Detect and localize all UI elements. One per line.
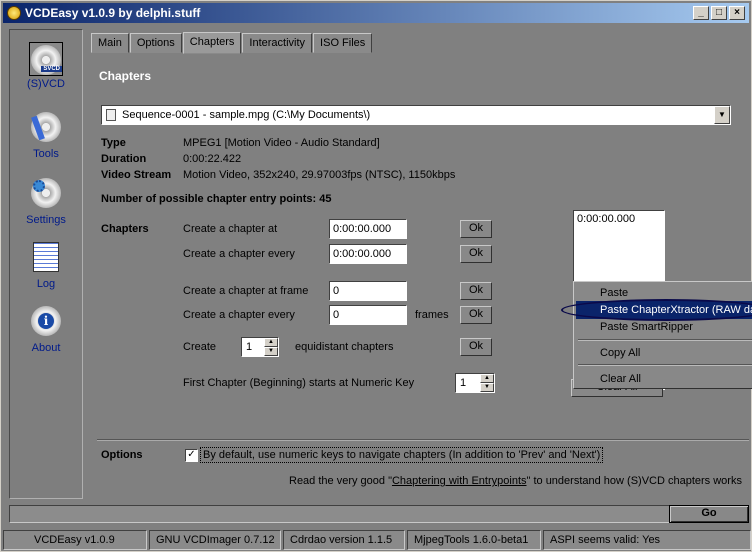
chapter-every-input[interactable]: 0:00:00.000: [329, 244, 407, 264]
frames-label: frames: [415, 309, 449, 321]
tools-icon: [29, 112, 63, 146]
tab-interactivity[interactable]: Interactivity: [242, 33, 313, 53]
maximize-button[interactable]: □: [711, 6, 727, 20]
chapter-help-text: Read the very good "Chaptering with Entr…: [289, 475, 742, 487]
spin-down-icon[interactable]: ▼: [480, 383, 494, 392]
chapter-every-frames-input[interactable]: 0: [329, 305, 407, 325]
title-bar[interactable]: VCDEasy v1.0.9 by delphi.stuff _ □ ×: [3, 3, 749, 23]
menu-separator: [578, 339, 752, 341]
status-aspi: ASPI seems valid: Yes: [543, 530, 751, 550]
window-title: VCDEasy v1.0.9 by delphi.stuff: [25, 6, 201, 20]
video-value: Motion Video, 352x240, 29.97003fps (NTSC…: [183, 169, 456, 181]
chapter-at-input[interactable]: 0:00:00.000: [329, 219, 407, 239]
sidebar-item-about[interactable]: i About: [10, 304, 82, 354]
document-icon: [106, 109, 116, 121]
help-text-pre: Read the very good ": [289, 475, 392, 487]
menu-item-label: Paste SmartRipper: [600, 321, 693, 333]
chapter-at-ok-button[interactable]: Ok: [460, 220, 492, 238]
equidistant-label: equidistant chapters: [295, 341, 394, 353]
tab-main[interactable]: Main: [91, 33, 129, 53]
spin-up-icon[interactable]: ▲: [480, 374, 494, 383]
chaptering-link[interactable]: Chaptering with Entrypoints: [392, 475, 527, 487]
chapters-label: Chapters: [101, 223, 149, 235]
sidebar-item-svcd[interactable]: SVCD (S)VCD: [10, 42, 82, 90]
sidebar-item-label: (S)VCD: [27, 78, 65, 90]
help-text-post: " to understand how (S)VCD chapters work…: [526, 475, 742, 487]
sidebar-item-tools[interactable]: Tools: [10, 110, 82, 160]
sidebar-item-label: About: [31, 342, 61, 354]
status-cdrdao: Cdrdao version 1.1.5: [283, 530, 405, 550]
progress-field: [9, 505, 685, 523]
menu-item-label: Paste: [600, 287, 629, 299]
entry-points-text: Number of possible chapter entry points:…: [101, 193, 332, 205]
chapter-at-label: Create a chapter at: [183, 223, 278, 235]
tab-options[interactable]: Options: [129, 33, 182, 53]
log-icon: [29, 242, 63, 276]
tab-bar: Main Options Chapters Interactivity ISO …: [91, 32, 373, 54]
status-bar: VCDEasy v1.0.9 GNU VCDImager 0.7.12 Cdrd…: [3, 530, 751, 550]
menu-item-clear-all[interactable]: Clear All: [576, 370, 752, 388]
options-label: Options: [101, 449, 143, 461]
sidebar-item-label: Tools: [33, 148, 59, 160]
status-mjpegtools: MjpegTools 1.6.0-beta1: [407, 530, 541, 550]
app-window: VCDEasy v1.0.9 by delphi.stuff _ □ × SVC…: [0, 0, 752, 552]
disc-icon: SVCD: [29, 42, 63, 76]
close-button[interactable]: ×: [729, 6, 745, 20]
equidistant-stepper[interactable]: 1 ▲ ▼: [241, 337, 279, 357]
numeric-keys-checkbox[interactable]: ✓: [185, 449, 198, 462]
spin-down-icon[interactable]: ▼: [264, 347, 278, 356]
create-label: Create: [183, 341, 217, 353]
divider: [97, 439, 749, 441]
sidebar-item-label: Settings: [26, 214, 66, 226]
tab-chapters[interactable]: Chapters: [182, 32, 242, 54]
chevron-down-icon[interactable]: ▼: [714, 106, 730, 124]
type-value: MPEG1 [Motion Video - Audio Standard]: [183, 137, 380, 149]
equidistant-value: 1: [246, 341, 253, 353]
section-title: Chapters: [99, 69, 152, 83]
chapter-every-frames-label: Create a chapter every: [183, 309, 295, 321]
settings-icon: [29, 178, 63, 212]
sidebar-item-log[interactable]: Log: [10, 240, 82, 290]
menu-item-copy-all[interactable]: Copy All: [576, 344, 752, 362]
numeric-key-value: 1: [460, 377, 467, 389]
equidistant-ok-button[interactable]: Ok: [460, 338, 492, 356]
sidebar-item-label: Log: [36, 278, 56, 290]
menu-item-label: Clear All: [600, 373, 641, 385]
chapter-at-frame-input[interactable]: 0: [329, 281, 407, 301]
info-icon: i: [29, 306, 63, 340]
status-vcdeasy: VCDEasy v1.0.9: [3, 530, 147, 550]
duration-value: 0:00:22.422: [183, 153, 242, 165]
numeric-key-stepper[interactable]: 1 ▲ ▼: [455, 373, 495, 393]
sidebar-item-settings[interactable]: Settings: [10, 176, 82, 226]
numeric-keys-label[interactable]: By default, use numeric keys to navigate…: [200, 447, 604, 463]
spin-up-icon[interactable]: ▲: [264, 338, 278, 347]
context-menu: Paste Paste ChapterXtractor (RAW da Past…: [573, 281, 752, 389]
duration-label: Duration: [101, 153, 147, 165]
chapter-every-ok-button[interactable]: Ok: [460, 245, 492, 263]
chapter-every-label: Create a chapter every: [183, 248, 295, 260]
chapter-every-frames-ok-button[interactable]: Ok: [460, 306, 492, 324]
list-item[interactable]: 0:00:00.000: [577, 213, 661, 225]
menu-item-label: Copy All: [600, 347, 641, 359]
tab-iso-files[interactable]: ISO Files: [313, 33, 373, 53]
chapter-at-frame-ok-button[interactable]: Ok: [460, 282, 492, 300]
app-icon[interactable]: [7, 6, 21, 20]
video-label: Video Stream: [101, 169, 172, 181]
chapter-at-frame-label: Create a chapter at frame: [183, 285, 309, 297]
menu-separator: [578, 364, 752, 366]
main-panel: Main Options Chapters Interactivity ISO …: [89, 29, 749, 499]
minimize-button[interactable]: _: [693, 6, 709, 20]
sequence-value: Sequence-0001 - sample.mpg (C:\My Docume…: [122, 109, 371, 121]
type-label: Type: [101, 137, 126, 149]
first-chapter-label: First Chapter (Beginning) starts at Nume…: [183, 377, 415, 389]
sequence-select[interactable]: Sequence-0001 - sample.mpg (C:\My Docume…: [101, 105, 731, 125]
sidebar: SVCD (S)VCD Tools Settings Log i About: [9, 29, 83, 499]
go-button[interactable]: Go: [669, 505, 749, 523]
status-vcdimager: GNU VCDImager 0.7.12: [149, 530, 281, 550]
